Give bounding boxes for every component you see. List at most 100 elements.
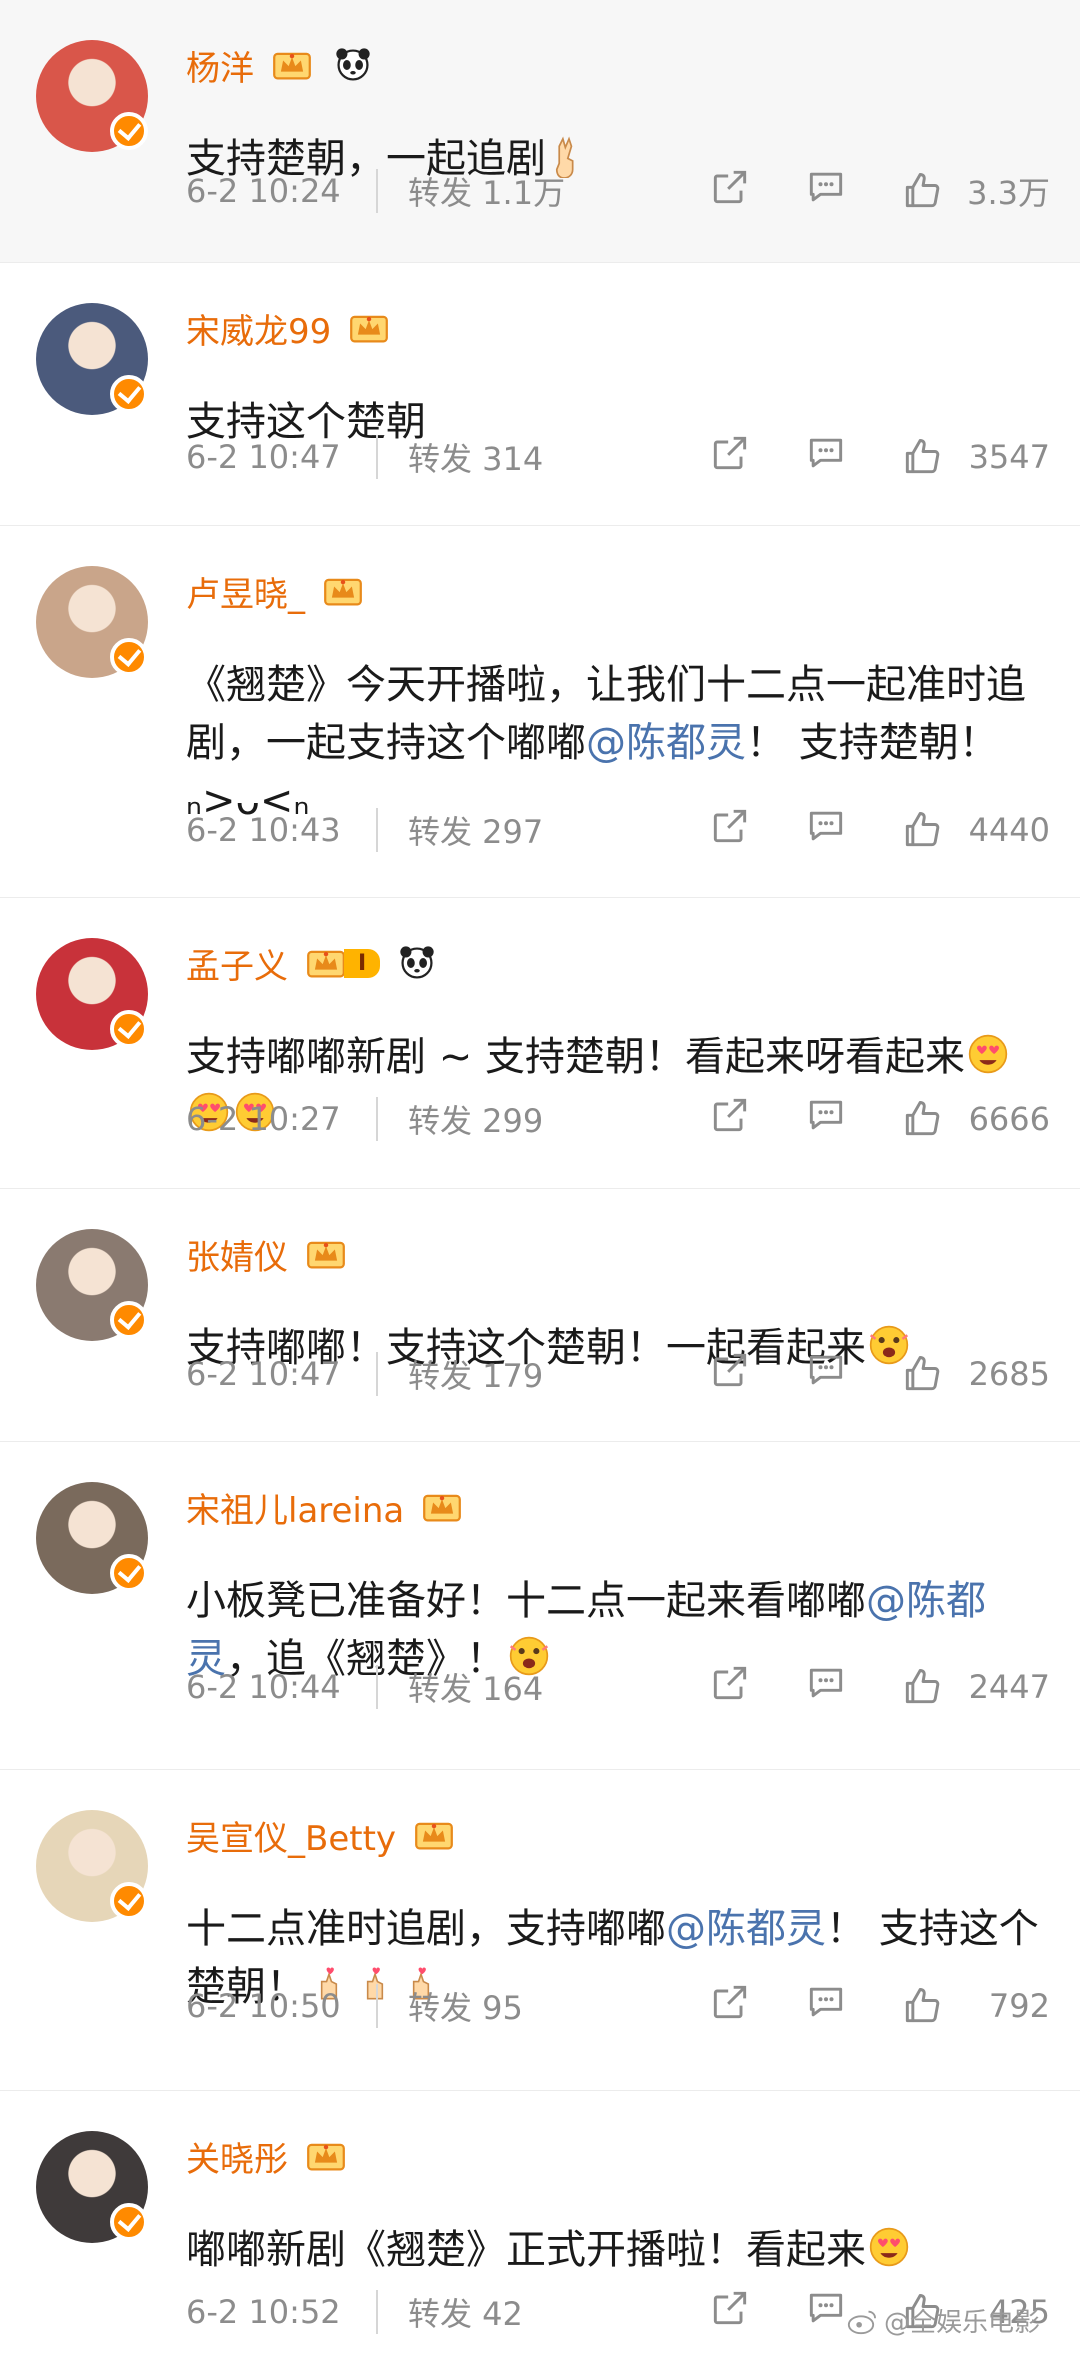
divider bbox=[376, 435, 378, 479]
comment-button[interactable] bbox=[804, 1348, 848, 1400]
share-button[interactable] bbox=[708, 431, 752, 483]
divider bbox=[376, 1984, 378, 2028]
post-meta: 6-2 10:44 转发 164 2447 bbox=[186, 1657, 1050, 1717]
post-meta: 6-2 10:27 转发 299 6666 bbox=[186, 1089, 1050, 1149]
crown-badge-icon bbox=[423, 1494, 462, 1522]
like-button[interactable]: 6666 bbox=[900, 1097, 1050, 1141]
divider bbox=[376, 808, 378, 852]
comment-button[interactable] bbox=[804, 2286, 848, 2338]
share-button[interactable] bbox=[708, 1980, 752, 2032]
post-meta: 6-2 10:43 转发 297 4440 bbox=[186, 800, 1050, 860]
post-timestamp: 6-2 10:24 bbox=[186, 172, 341, 210]
repost-count[interactable]: 转发 299 bbox=[408, 1096, 543, 1142]
user-name[interactable]: 宋威龙99 bbox=[186, 304, 331, 353]
post-header: 吴宣仪_Betty bbox=[186, 1810, 458, 1860]
like-button[interactable]: 4440 bbox=[900, 808, 1050, 852]
post-meta: 6-2 10:24 转发 1.1万 3.3万 bbox=[186, 161, 1050, 221]
like-count: 792 bbox=[988, 1987, 1050, 2025]
post-header: 宋祖儿lareina bbox=[186, 1482, 466, 1532]
heart-eyes-emoji bbox=[869, 2227, 909, 2267]
repost-count[interactable]: 转发 314 bbox=[408, 434, 543, 480]
repost-count[interactable]: 转发 297 bbox=[408, 807, 543, 853]
post-header: 孟子义 I bbox=[186, 938, 440, 988]
post-header: 卢昱晓_ bbox=[186, 566, 367, 616]
user-name[interactable]: 孟子义 bbox=[186, 939, 288, 988]
repost-count[interactable]: 转发 164 bbox=[408, 1664, 543, 1710]
like-count: 3547 bbox=[968, 438, 1050, 476]
comment-icon bbox=[809, 438, 843, 468]
comment-feed: 杨洋 支持楚朝，一起追剧 6-2 10:24 转发 1.1万 3.3万 宋威龙99 支持这个… bbox=[0, 0, 1080, 2373]
comment-post: 宋威龙99 支持这个楚朝 6-2 10:47 转发 314 3547 bbox=[0, 262, 1080, 525]
post-header: 关晓彤 bbox=[186, 2131, 350, 2181]
comment-button[interactable] bbox=[804, 165, 848, 217]
crown-badge-icon bbox=[350, 315, 389, 343]
crown-badge-icon bbox=[273, 52, 311, 80]
post-actions: 792 bbox=[708, 1980, 1050, 2032]
crown-badge-icon bbox=[307, 1241, 345, 1269]
share-button[interactable] bbox=[708, 1348, 752, 1400]
share-icon bbox=[713, 2291, 747, 2325]
mention-link[interactable]: @陈都灵 bbox=[586, 720, 746, 766]
like-button[interactable]: 3547 bbox=[900, 435, 1050, 479]
share-icon bbox=[713, 170, 747, 204]
like-button[interactable]: 3.3万 bbox=[900, 168, 1050, 214]
comment-icon bbox=[809, 1355, 843, 1385]
post-header: 杨洋 bbox=[186, 40, 376, 90]
post-timestamp: 6-2 10:47 bbox=[186, 438, 341, 476]
post-actions: 2447 bbox=[708, 1661, 1050, 1713]
weibo-logo-icon bbox=[847, 2310, 876, 2334]
verified-badge-icon bbox=[110, 638, 148, 676]
verified-badge-icon bbox=[110, 1882, 148, 1920]
post-actions: 4440 bbox=[708, 804, 1050, 856]
comment-icon bbox=[809, 811, 843, 841]
watermark-text: @全娱乐电影 bbox=[883, 2308, 1040, 2338]
divider bbox=[376, 2290, 378, 2334]
panda-badge-icon bbox=[400, 946, 434, 979]
repost-count[interactable]: 转发 95 bbox=[408, 1983, 523, 2029]
comment-post: 吴宣仪_Betty 十二点准时追剧，支持嘟嘟@陈都灵！ 支持这个楚朝！ 6-2 10… bbox=[0, 1769, 1080, 2090]
mention-link[interactable]: @陈都灵 bbox=[666, 1906, 826, 1952]
panda-badge-icon bbox=[336, 48, 370, 81]
share-button[interactable] bbox=[708, 1093, 752, 1145]
user-name[interactable]: 张婧仪 bbox=[186, 1230, 288, 1279]
text-segment: 支持嘟嘟新剧 ~ 支持楚朝！看起来呀看起来 bbox=[186, 1034, 965, 1080]
share-icon bbox=[713, 1098, 747, 1132]
like-button[interactable]: 2447 bbox=[900, 1665, 1050, 1709]
share-button[interactable] bbox=[708, 1661, 752, 1713]
comment-button[interactable] bbox=[804, 1661, 848, 1713]
watermark: @全娱乐电影 bbox=[846, 2302, 1040, 2339]
comment-post: 张婧仪 支持嘟嘟！支持这个楚朝！一起看起来 6-2 10:47 转发 179 2685 bbox=[0, 1188, 1080, 1442]
verified-badge-icon bbox=[110, 375, 148, 413]
comment-button[interactable] bbox=[804, 1980, 848, 2032]
comment-button[interactable] bbox=[804, 804, 848, 856]
comment-button[interactable] bbox=[804, 431, 848, 483]
like-button[interactable]: 2685 bbox=[900, 1352, 1050, 1396]
share-button[interactable] bbox=[708, 804, 752, 856]
user-name[interactable]: 杨洋 bbox=[186, 41, 254, 90]
user-name[interactable]: 宋祖儿lareina bbox=[186, 1483, 404, 1532]
comment-icon bbox=[809, 1668, 843, 1698]
user-name[interactable]: 关晓彤 bbox=[186, 2132, 288, 2181]
user-name[interactable]: 卢昱晓_ bbox=[186, 567, 305, 616]
comment-button[interactable] bbox=[804, 1093, 848, 1145]
post-header: 宋威龙99 bbox=[186, 303, 393, 353]
verified-badge-icon bbox=[110, 1554, 148, 1592]
like-count: 6666 bbox=[968, 1100, 1050, 1138]
repost-count[interactable]: 转发 179 bbox=[408, 1351, 543, 1397]
post-timestamp: 6-2 10:43 bbox=[186, 811, 341, 849]
comment-post: 卢昱晓_ 《翘楚》今天开播啦，让我们十二点一起准时追剧，一起支持这个嘟嘟@陈都灵！… bbox=[0, 525, 1080, 899]
repost-count[interactable]: 转发 1.1万 bbox=[408, 168, 565, 214]
post-actions: 6666 bbox=[708, 1093, 1050, 1145]
post-timestamp: 6-2 10:50 bbox=[186, 1987, 341, 2025]
post-timestamp: 6-2 10:44 bbox=[186, 1668, 341, 1706]
like-button[interactable]: 792 bbox=[900, 1984, 1050, 2028]
comment-post: 杨洋 支持楚朝，一起追剧 6-2 10:24 转发 1.1万 3.3万 bbox=[0, 0, 1080, 262]
repost-count[interactable]: 转发 42 bbox=[408, 2289, 523, 2335]
thumbs-up-icon bbox=[905, 1988, 940, 2023]
share-button[interactable] bbox=[708, 165, 752, 217]
share-button[interactable] bbox=[708, 2286, 752, 2338]
verified-badge-icon bbox=[110, 1010, 148, 1048]
post-meta: 6-2 10:47 转发 179 2685 bbox=[186, 1344, 1050, 1404]
thumbs-up-icon bbox=[905, 1101, 940, 1136]
user-name[interactable]: 吴宣仪_Betty bbox=[186, 1811, 396, 1860]
